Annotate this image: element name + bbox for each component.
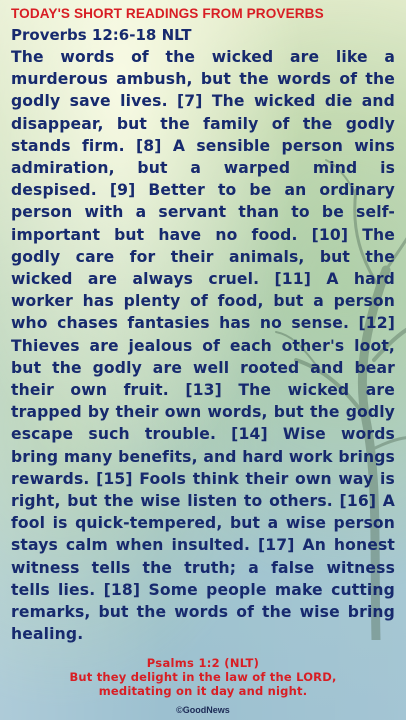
reading-card: TODAY'S SHORT READINGS FROM PROVERBS Pro… <box>11 4 395 645</box>
footer-verse-reference: Psalms 1:2 (NLT) <box>146 656 260 670</box>
reading-reference: Proverbs 12:6-18 NLT <box>11 26 192 44</box>
footer-verse-line-2: meditating on it day and night. <box>98 684 308 698</box>
reading-passage: The words of the wicked are like a murde… <box>11 48 395 644</box>
footer-verse: Psalms 1:2 (NLT) But they delight in the… <box>0 656 406 698</box>
copyright-label: ©GoodNews <box>176 705 230 715</box>
page-title: TODAY'S SHORT READINGS FROM PROVERBS <box>11 6 324 21</box>
footer-verse-line-1: But they delight in the law of the LORD, <box>69 670 337 684</box>
